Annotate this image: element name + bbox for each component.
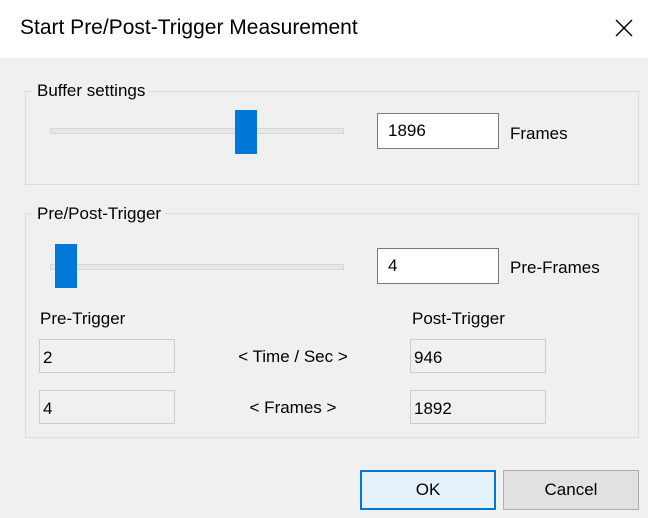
ok-button[interactable]: OK (360, 470, 496, 510)
title-bar[interactable]: Start Pre/Post-Trigger Measurement (0, 0, 648, 58)
pre-frames-unit-label: Pre-Frames (510, 258, 600, 277)
post-trigger-time-value: 946 (410, 339, 546, 373)
pre-trigger-time-value: 2 (39, 339, 175, 373)
pretrigger-slider-track[interactable] (50, 264, 344, 270)
pre-trigger-header: Pre-Trigger (40, 309, 126, 328)
post-trigger-frames-value: 1892 (410, 390, 546, 424)
cancel-button[interactable]: Cancel (503, 470, 639, 510)
pretrigger-slider-thumb[interactable] (55, 244, 77, 288)
buffer-slider-thumb[interactable] (235, 110, 257, 154)
buffer-frames-input[interactable] (377, 113, 499, 149)
close-icon (615, 19, 633, 37)
frames-label: < Frames > (249, 398, 337, 417)
pre-trigger-frames-value: 4 (39, 390, 175, 424)
buffer-frames-unit-label: Frames (510, 124, 568, 143)
buffer-settings-legend: Buffer settings (33, 81, 150, 101)
buffer-slider-track[interactable] (50, 128, 344, 134)
close-button[interactable] (606, 10, 642, 46)
pre-post-trigger-legend: Pre/Post-Trigger (33, 204, 166, 224)
post-trigger-header: Post-Trigger (412, 309, 505, 328)
window-title: Start Pre/Post-Trigger Measurement (20, 16, 358, 39)
dialog-window: Start Pre/Post-Trigger Measurement Buffe… (0, 0, 648, 518)
pre-frames-input[interactable] (377, 248, 499, 284)
time-sec-label: < Time / Sec > (238, 347, 348, 366)
